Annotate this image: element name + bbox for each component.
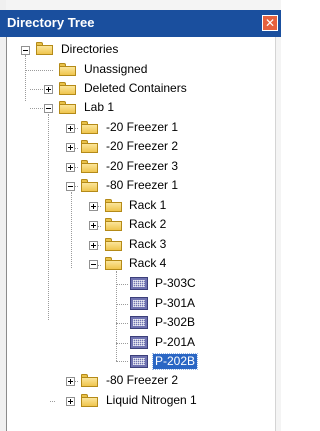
collapse-icon[interactable] (89, 260, 98, 269)
tree-line (25, 70, 53, 71)
folder-icon (81, 160, 98, 173)
tree-node-label[interactable]: Deleted Containers (82, 81, 189, 96)
tree-node-label[interactable]: Rack 4 (127, 256, 168, 271)
folder-icon (81, 374, 98, 387)
folder-icon (36, 42, 53, 55)
folder-icon (105, 257, 122, 270)
tree-node-label[interactable]: Directories (59, 42, 120, 57)
tree-line (116, 361, 128, 362)
tree-line (116, 284, 128, 285)
tree-line (116, 343, 128, 344)
tree-node-label[interactable]: Unassigned (82, 62, 149, 77)
collapse-icon[interactable] (44, 104, 53, 113)
expand-icon[interactable] (89, 202, 98, 211)
tree-node-label[interactable]: P-301A (153, 296, 197, 311)
folder-icon (105, 199, 122, 212)
collapse-icon[interactable] (21, 46, 30, 55)
tree-line (71, 192, 72, 268)
folder-icon (105, 238, 122, 251)
expand-icon[interactable] (66, 124, 75, 133)
directory-tree: Directories Unassigned Deleted Container… (0, 0, 281, 431)
tree-node-label[interactable]: Rack 3 (127, 237, 168, 252)
tree-line (116, 304, 128, 305)
expand-icon[interactable] (66, 397, 75, 406)
tree-line (50, 401, 55, 402)
folder-icon (81, 179, 98, 192)
tree-line (25, 55, 26, 101)
tree-line (48, 114, 49, 320)
folder-icon (105, 218, 122, 231)
expand-icon[interactable] (89, 241, 98, 250)
expand-icon[interactable] (89, 221, 98, 230)
plate-icon (130, 355, 148, 368)
folder-icon (59, 63, 76, 76)
tree-node-label[interactable]: -20 Freezer 2 (104, 139, 180, 154)
tree-node-label[interactable]: Rack 1 (127, 198, 168, 213)
tree-node-label-selected[interactable]: P-202B (151, 353, 199, 370)
expand-icon[interactable] (66, 143, 75, 152)
tree-node-label[interactable]: P-303C (153, 276, 198, 291)
folder-icon (59, 82, 76, 95)
tree-node-label[interactable]: Lab 1 (82, 100, 116, 115)
folder-icon (81, 394, 98, 407)
tree-node-label[interactable]: Liquid Nitrogen 1 (104, 393, 199, 408)
tree-node-label[interactable]: -20 Freezer 3 (104, 159, 180, 174)
tree-node-label[interactable]: -20 Freezer 1 (104, 120, 180, 135)
expand-icon[interactable] (66, 377, 75, 386)
collapse-icon[interactable] (66, 182, 75, 191)
tree-node-label[interactable]: Rack 2 (127, 217, 168, 232)
expand-icon[interactable] (66, 163, 75, 172)
folder-icon (81, 121, 98, 134)
plate-icon (130, 297, 148, 310)
tree-node-label[interactable]: P-201A (153, 335, 197, 350)
plate-icon (130, 277, 148, 290)
folder-icon (81, 140, 98, 153)
tree-node-label[interactable]: P-302B (153, 315, 197, 330)
expand-icon[interactable] (44, 85, 53, 94)
tree-line (116, 323, 128, 324)
plate-icon (130, 316, 148, 329)
plate-icon (130, 336, 148, 349)
tree-node-label[interactable]: -80 Freezer 2 (104, 373, 180, 388)
directory-tree-window: Directory Tree ✕ Directories Unassigned … (0, 0, 281, 431)
tree-node-label[interactable]: -80 Freezer 1 (104, 178, 180, 193)
folder-icon (59, 101, 76, 114)
